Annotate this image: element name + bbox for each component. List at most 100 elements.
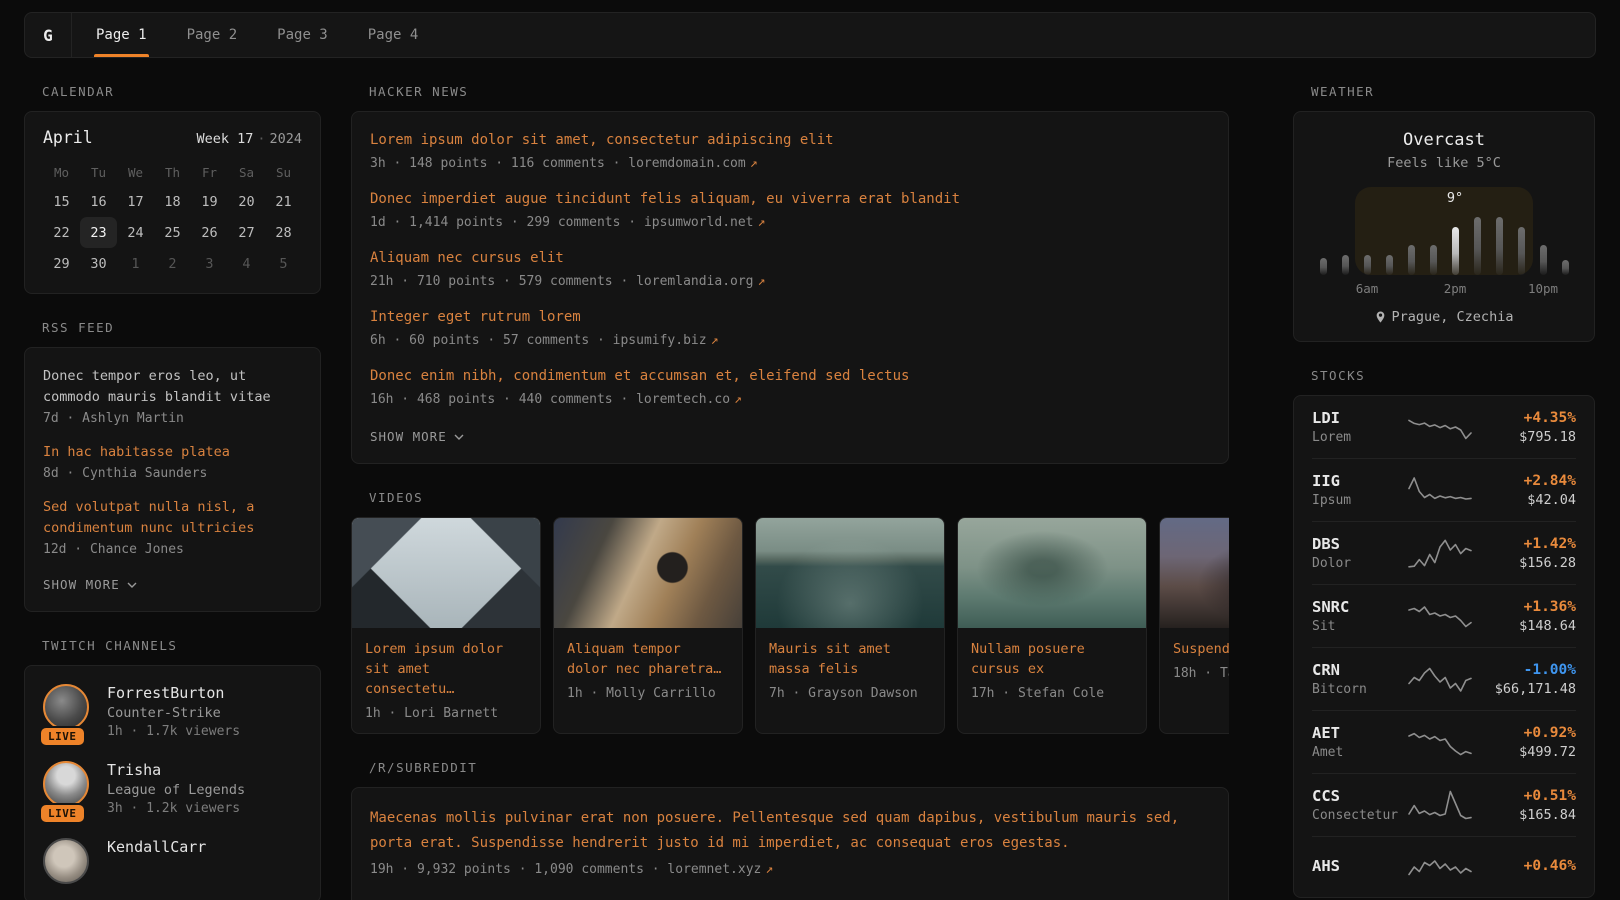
tab-page-2[interactable]: Page 2 [167,13,258,57]
hn-domain-link[interactable]: ipsumify.biz [613,333,707,348]
calendar-day[interactable]: 2 [154,248,191,279]
stock-sparkline [1408,536,1472,570]
rss-item-title[interactable]: Donec tempor eros leo, ut commodo mauris… [43,366,302,408]
weather-heading: WEATHER [1311,84,1595,99]
calendar-day[interactable]: 21 [265,186,302,217]
hn-item-title[interactable]: Lorem ipsum dolor sit amet, consectetur … [370,130,1210,150]
calendar-day[interactable]: 19 [191,186,228,217]
video-meta: 17h · Stefan Cole [971,686,1133,701]
hackernews-card: Lorem ipsum dolor sit amet, consectetur … [351,111,1229,464]
twitch-channel-row[interactable]: LIVE KendallCarr [43,838,302,884]
calendar-heading: CALENDAR [42,84,321,99]
stock-change: +1.36% [1472,599,1576,615]
stock-sparkline [1408,788,1472,822]
subreddit-section: /R/SUBREDDIT Maecenas mollis pulvinar er… [351,760,1229,900]
weather-feels-like: Feels like 5°C [1312,155,1576,171]
calendar-day[interactable]: 17 [117,186,154,217]
calendar-day[interactable]: 1 [117,248,154,279]
video-card[interactable]: Mauris sit amet massa felis 7h · Grayson… [755,517,945,734]
hn-item-title[interactable]: Donec enim nibh, condimentum et accumsan… [370,366,1210,386]
channel-name[interactable]: ForrestBurton [107,684,240,702]
subreddit-post-meta: 19h · 9,932 points · 1,090 comments · lo… [370,862,1210,877]
video-title[interactable]: Mauris sit amet massa felis [769,639,931,679]
weather-bar [1386,255,1393,275]
hn-item-title[interactable]: Donec imperdiet augue tincidunt felis al… [370,189,1210,209]
weather-bar-current [1452,227,1459,275]
stock-price: $42.04 [1472,492,1576,508]
channel-name[interactable]: KendallCarr [107,838,206,856]
rss-item-title[interactable]: In hac habitasse platea [43,442,302,463]
subreddit-post-title[interactable]: Maecenas mollis pulvinar erat non posuer… [370,806,1210,856]
video-card[interactable]: Lorem ipsum dolor sit amet consectetu… 1… [351,517,541,734]
chevron-down-icon [454,434,464,440]
hn-item-meta: 16h · 468 points · 440 comments · loremt… [370,392,1210,407]
stock-name: Bitcorn [1312,682,1408,697]
stock-sparkline [1408,662,1472,696]
stock-sparkline [1408,725,1472,759]
calendar-day[interactable]: 22 [43,217,80,248]
avatar [43,684,89,730]
hackernews-heading: HACKER NEWS [369,84,1229,99]
weather-bar [1430,245,1437,275]
app-logo[interactable]: G [25,13,72,57]
tab-page-3[interactable]: Page 3 [257,13,348,57]
hn-show-more-button[interactable]: SHOW MORE [370,429,464,444]
video-card[interactable]: Suspendisse diam 18h · Tara [1159,517,1229,734]
subreddit-domain-link[interactable]: loremnet.xyz [667,862,761,877]
calendar-day[interactable]: 23 [80,217,117,248]
calendar-grid: 1516171819202122232425262728293012345 [43,186,302,279]
rss-item-title[interactable]: Sed volutpat nulla nisl, a condimentum n… [43,497,302,539]
twitch-heading: TWITCH CHANNELS [42,638,321,653]
video-title[interactable]: Aliquam tempor dolor nec pharetra… [567,639,729,679]
weather-bar [1320,258,1327,275]
calendar-day[interactable]: 29 [43,248,80,279]
video-title[interactable]: Lorem ipsum dolor sit amet consectetu… [365,639,527,699]
external-link-icon: ↗ [746,156,758,171]
weather-bar [1540,245,1547,275]
calendar-day[interactable]: 18 [154,186,191,217]
hn-domain-link[interactable]: loremlandia.org [636,274,753,289]
calendar-day[interactable]: 5 [265,248,302,279]
calendar-day[interactable]: 16 [80,186,117,217]
stocks-section: STOCKS LDILorem +4.35%$795.18 IIGIpsum +… [1293,368,1595,898]
page-tabs: Page 1 Page 2 Page 3 Page 4 [72,13,438,57]
rss-card: Donec tempor eros leo, ut commodo mauris… [24,347,321,612]
video-card[interactable]: Nullam posuere cursus ex 17h · Stefan Co… [957,517,1147,734]
video-title[interactable]: Suspendisse diam [1173,639,1229,659]
dashboard-page: G Page 1 Page 2 Page 3 Page 4 CALENDAR A… [0,0,1620,900]
hn-domain-link[interactable]: loremtech.co [636,392,730,407]
hn-item-title[interactable]: Integer eget rutrum lorem [370,307,1210,327]
stock-change: -1.00% [1472,662,1576,678]
hn-item-title[interactable]: Aliquam nec cursus elit [370,248,1210,268]
twitch-channel-row[interactable]: LIVE ForrestBurton Counter-Strike 1h · 1… [43,684,302,739]
calendar-day[interactable]: 27 [228,217,265,248]
rss-show-more-button[interactable]: SHOW MORE [43,577,137,592]
stock-ticker: AET [1312,724,1408,742]
weather-bar [1518,227,1525,275]
calendar-day[interactable]: 20 [228,186,265,217]
calendar-day[interactable]: 24 [117,217,154,248]
calendar-day[interactable]: 30 [80,248,117,279]
hn-item-meta: 1d · 1,414 points · 299 comments · ipsum… [370,215,1210,230]
twitch-channel-row[interactable]: LIVE Trisha League of Legends 3h · 1.2k … [43,761,302,816]
weather-bar [1408,245,1415,275]
channel-avatar-wrap: LIVE [43,761,91,816]
tab-page-1[interactable]: Page 1 [76,13,167,57]
channel-name[interactable]: Trisha [107,761,245,779]
calendar-day[interactable]: 25 [154,217,191,248]
subreddit-heading: /R/SUBREDDIT [369,760,1229,775]
stock-ticker: CRN [1312,661,1408,679]
weather-section: WEATHER Overcast Feels like 5°C 9° 6am2p… [1293,84,1595,342]
calendar-day[interactable]: 26 [191,217,228,248]
hn-domain-link[interactable]: loremdomain.com [628,156,745,171]
video-title[interactable]: Nullam posuere cursus ex [971,639,1133,679]
hn-domain-link[interactable]: ipsumworld.net [644,215,754,230]
tab-page-4[interactable]: Page 4 [348,13,439,57]
calendar-day[interactable]: 28 [265,217,302,248]
calendar-day[interactable]: 3 [191,248,228,279]
avatar [43,761,89,807]
calendar-day[interactable]: 15 [43,186,80,217]
calendar-day[interactable]: 4 [228,248,265,279]
video-card[interactable]: Aliquam tempor dolor nec pharetra… 1h · … [553,517,743,734]
weather-current-temp: 9° [1447,190,1463,206]
